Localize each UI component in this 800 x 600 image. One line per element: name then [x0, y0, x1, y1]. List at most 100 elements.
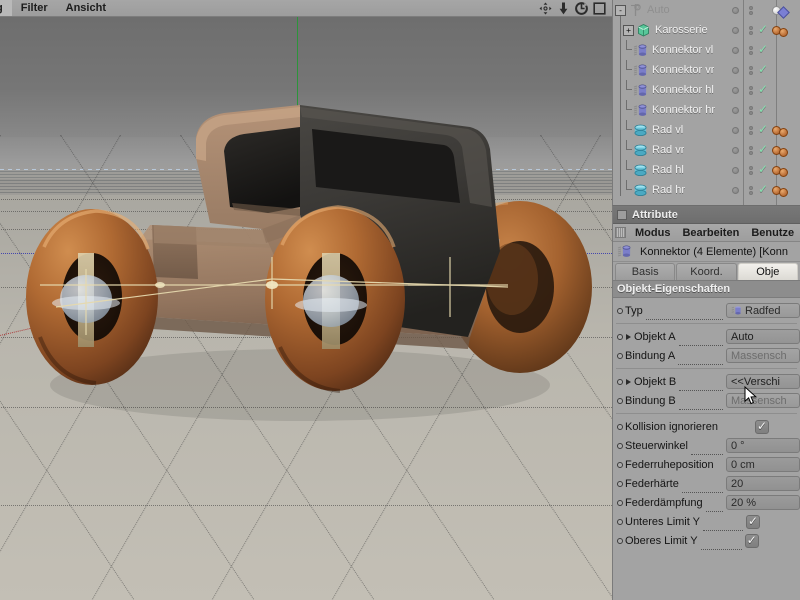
- object-row-konnektor-vl[interactable]: Konnektor vl ✓: [613, 40, 800, 60]
- enabled-check-icon[interactable]: ✓: [756, 164, 770, 176]
- enable-dot[interactable]: [724, 7, 746, 14]
- attribute-manager[interactable]: Attribute Modus Bearbeiten Benutze K: [612, 205, 800, 600]
- tree-branch-line: [623, 180, 633, 200]
- visibility-dots[interactable]: [746, 86, 756, 95]
- object-tags[interactable]: [770, 4, 800, 17]
- object-row-rad-hl[interactable]: Rad hl ✓: [613, 160, 800, 180]
- grip-handle-icon[interactable]: [615, 227, 626, 238]
- menu-item-ansicht[interactable]: Ansicht: [57, 0, 115, 16]
- visibility-dots[interactable]: [746, 46, 756, 55]
- enable-dot[interactable]: [724, 27, 746, 34]
- object-row-konnektor-hl[interactable]: Konnektor hl✓: [613, 80, 800, 100]
- tab-obje[interactable]: Obje: [738, 263, 798, 280]
- animation-track-dot[interactable]: [617, 353, 623, 359]
- animation-track-dot[interactable]: [617, 308, 623, 314]
- dolly-icon[interactable]: [557, 2, 570, 15]
- enabled-check-icon[interactable]: ✓: [756, 84, 770, 96]
- object-row-konnektor-hr[interactable]: Konnektor hr✓: [613, 100, 800, 120]
- object-row-auto[interactable]: -0Auto: [613, 0, 800, 20]
- checkbox-kollision-ignorieren[interactable]: ✓: [755, 420, 769, 434]
- field-steuerwinkel[interactable]: 0 °: [726, 438, 800, 453]
- visibility-dots[interactable]: [746, 6, 756, 15]
- enabled-check-icon[interactable]: ✓: [756, 64, 770, 76]
- chevron-right-icon[interactable]: [626, 334, 631, 340]
- enable-dot[interactable]: [724, 107, 746, 114]
- object-tree: -0Auto+Karosserie✓Konnektor vl✓Konnektor…: [613, 0, 800, 200]
- animation-track-dot[interactable]: [617, 538, 623, 544]
- field-federruheposition[interactable]: 0 cm: [726, 457, 800, 472]
- field-bindung-a[interactable]: Massensch: [726, 348, 800, 363]
- enable-dot[interactable]: [724, 87, 746, 94]
- chevron-right-icon[interactable]: [626, 379, 631, 385]
- object-row-rad-hr[interactable]: Rad hr✓: [613, 180, 800, 200]
- menu-item-clipped[interactable]: g: [0, 0, 12, 16]
- menu-item-bearbeiten[interactable]: Bearbeiten: [676, 225, 745, 241]
- object-tags[interactable]: [770, 144, 800, 157]
- field-value: <<Verschi: [731, 376, 780, 388]
- label-leader-dots: [721, 424, 752, 436]
- checkbox-unteres-limit-y[interactable]: ✓: [746, 515, 760, 529]
- visibility-dots[interactable]: [746, 186, 756, 195]
- object-tags[interactable]: [770, 124, 800, 137]
- enabled-check-icon[interactable]: ✓: [756, 44, 770, 56]
- field-federhaerte[interactable]: 20: [726, 476, 800, 491]
- visibility-dots[interactable]: [746, 66, 756, 75]
- enable-dot[interactable]: [724, 67, 746, 74]
- object-row-rad-vl[interactable]: Rad vl✓: [613, 120, 800, 140]
- menu-item-modus[interactable]: Modus: [629, 225, 676, 241]
- animation-track-dot[interactable]: [617, 424, 623, 430]
- enabled-check-icon[interactable]: ✓: [756, 124, 770, 136]
- rotate-icon[interactable]: [575, 2, 588, 15]
- toy-car-model[interactable]: [0, 17, 612, 600]
- object-name-label: Rad hl: [652, 164, 684, 176]
- tab-koord[interactable]: Koord.: [676, 263, 736, 280]
- enable-dot[interactable]: [724, 167, 746, 174]
- enable-dot[interactable]: [724, 47, 746, 54]
- object-manager[interactable]: -0Auto+Karosserie✓Konnektor vl✓Konnektor…: [612, 0, 800, 205]
- enable-dot[interactable]: [724, 187, 746, 194]
- object-tags[interactable]: [770, 184, 800, 197]
- field-objekt-a[interactable]: Auto: [726, 329, 800, 344]
- panel-menu-icon[interactable]: [617, 210, 627, 220]
- tab-basis[interactable]: Basis: [615, 263, 675, 280]
- object-row-konnektor-vr[interactable]: Konnektor vr✓: [613, 60, 800, 80]
- object-tags[interactable]: [770, 164, 800, 177]
- visibility-dots[interactable]: [746, 26, 756, 35]
- enabled-check-icon[interactable]: ✓: [756, 24, 770, 36]
- object-row-rad-vr[interactable]: Rad vr✓: [613, 140, 800, 160]
- visibility-dots[interactable]: [746, 166, 756, 175]
- animation-track-dot[interactable]: [617, 481, 623, 487]
- property-label: Unteres Limit Y: [625, 516, 700, 528]
- animation-track-dot[interactable]: [617, 500, 623, 506]
- 3d-viewport[interactable]: [0, 17, 612, 600]
- field-federdaempfung[interactable]: 20 %: [726, 495, 800, 510]
- enabled-check-icon[interactable]: ✓: [756, 104, 770, 116]
- enable-dot[interactable]: [724, 127, 746, 134]
- expand-icon[interactable]: +: [623, 25, 634, 36]
- animation-track-dot[interactable]: [617, 379, 623, 385]
- enable-dot[interactable]: [724, 147, 746, 154]
- field-value: Massensch: [731, 350, 787, 362]
- menu-item-benutzer[interactable]: Benutze: [745, 225, 800, 241]
- field-typ[interactable]: Radfed: [726, 303, 800, 318]
- pan-icon[interactable]: [539, 2, 552, 15]
- collapse-icon[interactable]: -: [615, 5, 626, 16]
- visibility-dots[interactable]: [746, 126, 756, 135]
- enabled-check-icon[interactable]: ✓: [756, 184, 770, 196]
- menu-item-filter[interactable]: Filter: [12, 0, 57, 16]
- maximize-icon[interactable]: [593, 2, 606, 15]
- object-name-label: Konnektor vl: [652, 44, 713, 56]
- animation-track-dot[interactable]: [617, 334, 623, 340]
- field-bindung-b[interactable]: Massensch: [726, 393, 800, 408]
- field-objekt-b[interactable]: <<Verschi: [726, 374, 800, 389]
- checkbox-oberes-limit-y[interactable]: ✓: [745, 534, 759, 548]
- visibility-dots[interactable]: [746, 146, 756, 155]
- object-row-karosserie[interactable]: +Karosserie✓: [613, 20, 800, 40]
- animation-track-dot[interactable]: [617, 519, 623, 525]
- animation-track-dot[interactable]: [617, 443, 623, 449]
- visibility-dots[interactable]: [746, 106, 756, 115]
- enabled-check-icon[interactable]: ✓: [756, 144, 770, 156]
- animation-track-dot[interactable]: [617, 462, 623, 468]
- animation-track-dot[interactable]: [617, 398, 623, 404]
- object-tags[interactable]: [770, 24, 800, 37]
